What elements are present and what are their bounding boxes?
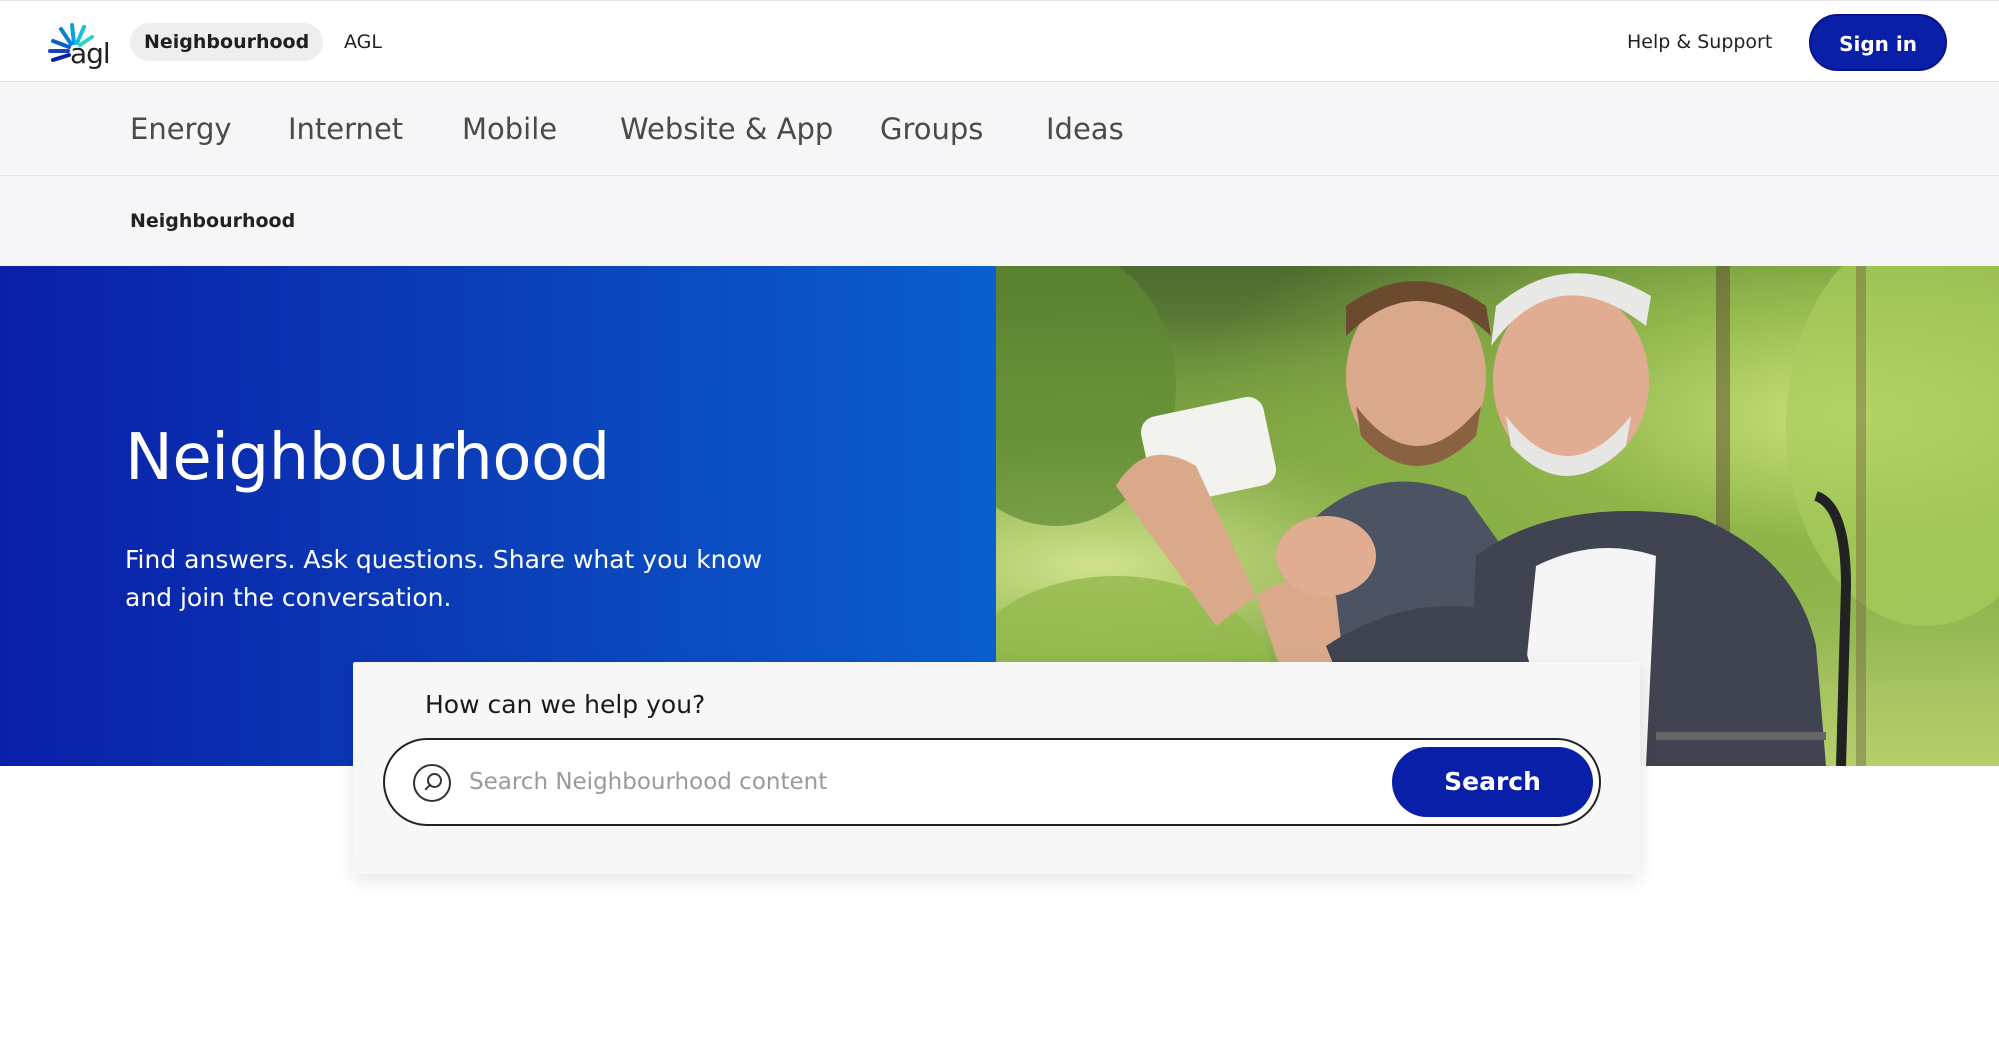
nav-item-groups[interactable]: Groups — [880, 82, 983, 176]
search-question: How can we help you? — [425, 690, 706, 719]
nav-item-website-app[interactable]: Website & App — [620, 82, 833, 176]
search-card: How can we help you? Search — [353, 662, 1640, 874]
nav-item-ideas[interactable]: Ideas — [1046, 82, 1124, 176]
search-input[interactable] — [469, 756, 1349, 808]
search-icon — [413, 764, 451, 802]
breadcrumb-current: Neighbourhood — [130, 210, 296, 232]
help-support-link[interactable]: Help & Support — [1627, 23, 1772, 61]
logo-text: agl — [70, 37, 111, 70]
agl-link[interactable]: AGL — [344, 23, 382, 61]
neighbourhood-pill-link[interactable]: Neighbourhood — [130, 23, 324, 61]
search-button[interactable]: Search — [1392, 747, 1593, 817]
agl-logo[interactable]: agl — [44, 15, 111, 71]
breadcrumb-bar: Neighbourhood — [0, 176, 1999, 266]
main-navigation: Energy Internet Mobile Website & App Gro… — [0, 82, 1999, 176]
hero-subtitle: Find answers. Ask questions. Share what … — [125, 545, 763, 612]
top-header: agl Neighbourhood AGL Help & Support Sig… — [0, 0, 1999, 82]
page-title: Neighbourhood — [125, 421, 610, 495]
search-box: Search — [383, 738, 1601, 826]
nav-item-internet[interactable]: Internet — [288, 82, 403, 176]
nav-item-mobile[interactable]: Mobile — [462, 82, 557, 176]
nav-item-energy[interactable]: Energy — [130, 82, 232, 176]
sign-in-button[interactable]: Sign in — [1809, 14, 1947, 71]
